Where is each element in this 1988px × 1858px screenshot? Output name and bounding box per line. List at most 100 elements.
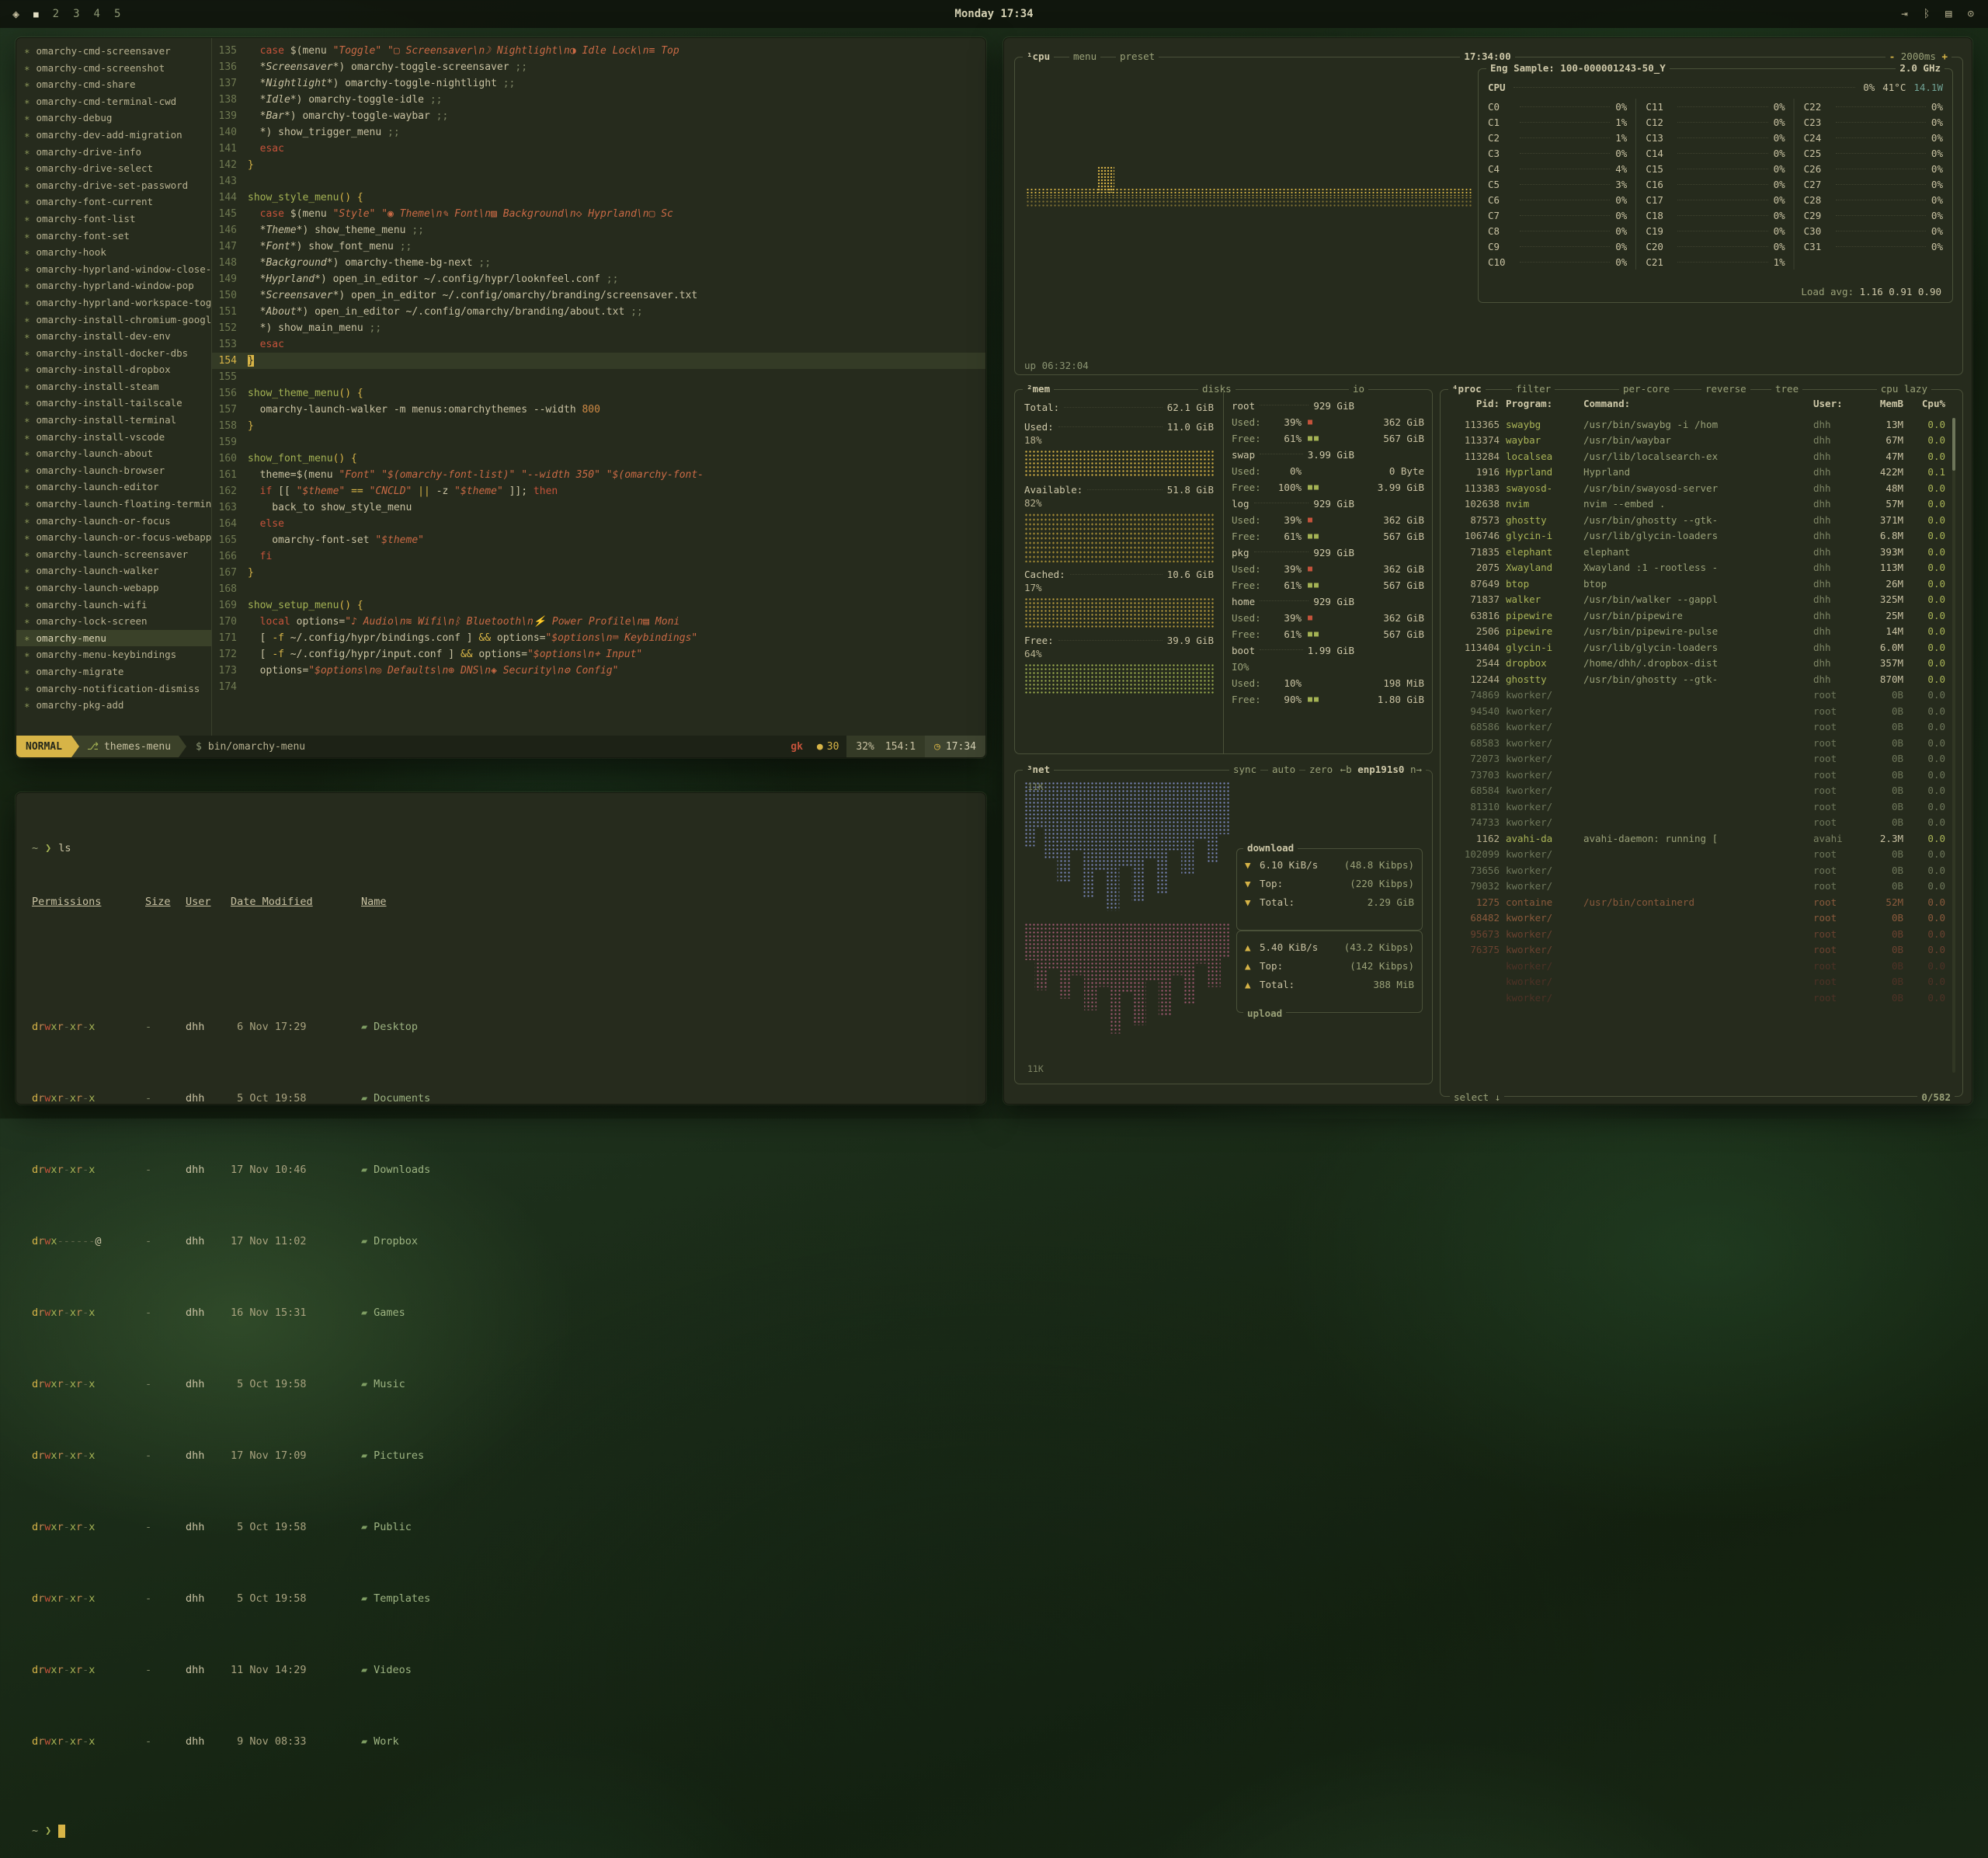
header-cpu[interactable]: Cpu%	[1910, 398, 1945, 409]
process-row[interactable]: 2075 Xwayland Xwayland :1 -rootless - dh…	[1450, 560, 1945, 576]
workspace-indicator[interactable]: 4	[94, 8, 100, 20]
workspace-indicator[interactable]: 2	[53, 8, 59, 20]
process-row[interactable]: kworker/ root 0B 0.0	[1450, 958, 1945, 974]
process-row[interactable]: 12244 ghostty /usr/bin/ghostty --gtk- dh…	[1450, 671, 1945, 687]
next-interface-button[interactable]: n→	[1410, 764, 1422, 775]
file-tree-item[interactable]: ∗ omarchy-launch-screensaver	[16, 546, 211, 563]
process-row[interactable]: 106746 glycin-i /usr/lib/glycin-loaders …	[1450, 528, 1945, 545]
file-tree-item[interactable]: ∗ omarchy-hyprland-workspace-toggle	[16, 294, 211, 311]
io-toggle[interactable]: io	[1349, 383, 1368, 395]
file-tree-item[interactable]: ∗ omarchy-menu-keybindings	[16, 646, 211, 663]
file-tree-item[interactable]: ∗ omarchy-drive-set-password	[16, 177, 211, 194]
file-tree-item[interactable]: ∗ omarchy-drive-select	[16, 160, 211, 177]
workspace-indicator[interactable]: 3	[73, 8, 79, 20]
file-tree-item[interactable]: ∗ omarchy-install-steam	[16, 378, 211, 395]
file-tree-item[interactable]: ∗ omarchy-launch-or-focus	[16, 513, 211, 530]
process-row[interactable]: 72073 kworker/ root 0B 0.0	[1450, 751, 1945, 767]
header-user[interactable]: User:	[1813, 398, 1854, 409]
process-row[interactable]: 68584 kworker/ root 0B 0.0	[1450, 783, 1945, 799]
process-row[interactable]: 68583 kworker/ root 0B 0.0	[1450, 735, 1945, 751]
prev-interface-button[interactable]: ←b	[1340, 764, 1352, 775]
file-tree-item[interactable]: ∗ omarchy-cmd-screenshot	[16, 60, 211, 77]
file-tree-item[interactable]: ∗ omarchy-font-list	[16, 211, 211, 228]
file-tree-item[interactable]: ∗ omarchy-migrate	[16, 663, 211, 680]
file-tree-item[interactable]: ∗ omarchy-launch-about	[16, 445, 211, 462]
header-pid[interactable]: Pid:	[1450, 398, 1500, 409]
menu-button[interactable]: menu	[1069, 50, 1100, 62]
file-tree-item[interactable]: ∗ omarchy-install-tailscale	[16, 395, 211, 412]
process-row[interactable]: 113404 glycin-i /usr/lib/glycin-loaders …	[1450, 639, 1945, 656]
process-row[interactable]: 113383 swayosd- /usr/bin/swayosd-server …	[1450, 480, 1945, 496]
process-row[interactable]: 113284 localsea /usr/lib/localsearch-ex …	[1450, 448, 1945, 464]
file-tree-item[interactable]: ∗ omarchy-launch-or-focus-webapp	[16, 529, 211, 546]
file-tree-item[interactable]: ∗ omarchy-install-terminal	[16, 412, 211, 429]
process-row[interactable]: 73656 kworker/ root 0B 0.0	[1450, 862, 1945, 879]
process-row[interactable]: 87573 ghostty /usr/bin/ghostty --gtk- dh…	[1450, 512, 1945, 528]
file-tree-item[interactable]: ∗ omarchy-launch-floating-terminal-	[16, 496, 211, 513]
header-memory[interactable]: MemB	[1860, 398, 1903, 409]
net-sync-toggle[interactable]: sync	[1229, 764, 1260, 775]
workspace-indicator[interactable]: ■	[33, 9, 39, 19]
bluetooth-icon[interactable]: ᛒ	[1924, 8, 1930, 20]
file-tree-item[interactable]: ∗ omarchy-launch-walker	[16, 562, 211, 579]
cpu-panel-title[interactable]: ¹cpu	[1023, 50, 1054, 62]
file-tree-item[interactable]: ∗ omarchy-hyprland-window-pop	[16, 277, 211, 294]
file-tree-item[interactable]: ∗ omarchy-cmd-share	[16, 76, 211, 93]
proc-sort-selector[interactable]: cpu lazy	[1877, 383, 1931, 395]
file-tree-item[interactable]: ∗ omarchy-launch-webapp	[16, 579, 211, 597]
power-icon[interactable]: ⊙	[1968, 8, 1974, 20]
code-editor[interactable]: 135 case $(menu "Toggle" "▢ Screensaver\…	[212, 38, 985, 736]
net-zero-toggle[interactable]: zero	[1305, 764, 1336, 775]
process-row[interactable]: 1916 Hyprland Hyprland dhh 422M 0.1	[1450, 464, 1945, 481]
header-program[interactable]: Program:	[1506, 398, 1577, 409]
mem-panel-title[interactable]: ²mem	[1023, 383, 1054, 395]
preset-button[interactable]: preset	[1116, 50, 1159, 62]
process-row[interactable]: 74733 kworker/ root 0B 0.0	[1450, 815, 1945, 831]
file-tree-item[interactable]: ∗ omarchy-hyprland-window-close-all	[16, 261, 211, 278]
process-row[interactable]: 81310 kworker/ root 0B 0.0	[1450, 799, 1945, 815]
interval-decrease-button[interactable]: -	[1889, 50, 1896, 62]
process-row[interactable]: 87649 btop btop dhh 26M 0.0	[1450, 576, 1945, 592]
process-row[interactable]: 102099 kworker/ root 0B 0.0	[1450, 847, 1945, 863]
tray-expand-icon[interactable]: ⇥	[1901, 8, 1907, 20]
process-row[interactable]: 68482 kworker/ root 0B 0.0	[1450, 910, 1945, 927]
file-tree-item[interactable]: ∗ omarchy-lock-screen	[16, 613, 211, 630]
file-tree-item[interactable]: ∗ omarchy-launch-wifi	[16, 597, 211, 614]
file-tree-item[interactable]: ∗ omarchy-pkg-add	[16, 697, 211, 714]
workspace-indicator[interactable]: ◈	[12, 7, 19, 21]
file-tree-item[interactable]: ∗ omarchy-cmd-screensaver	[16, 43, 211, 60]
process-row[interactable]: 1162 avahi-da avahi-daemon: running [ av…	[1450, 830, 1945, 847]
process-row[interactable]: kworker/ root 0B 0.0	[1450, 974, 1945, 990]
file-tree-item[interactable]: ∗ omarchy-launch-editor	[16, 478, 211, 496]
process-row[interactable]: 74869 kworker/ root 0B 0.0	[1450, 687, 1945, 704]
workspace-indicator[interactable]: 5	[114, 8, 120, 20]
process-row[interactable]: 76375 kworker/ root 0B 0.0	[1450, 942, 1945, 959]
proc-filter-button[interactable]: filter	[1512, 383, 1555, 395]
process-row[interactable]: 68586 kworker/ root 0B 0.0	[1450, 719, 1945, 736]
proc-scrollbar-thumb[interactable]	[1952, 418, 1955, 471]
proc-select-hint[interactable]: select ↓	[1450, 1091, 1504, 1103]
proc-percore-toggle[interactable]: per-core	[1619, 383, 1673, 395]
file-tree-item[interactable]: ∗ omarchy-hook	[16, 244, 211, 261]
file-tree-item[interactable]: ∗ omarchy-font-current	[16, 193, 211, 211]
file-tree-item[interactable]: ∗ omarchy-font-set	[16, 228, 211, 245]
proc-reverse-toggle[interactable]: reverse	[1701, 383, 1750, 395]
process-row[interactable]: 71835 elephant elephant dhh 393M 0.0	[1450, 544, 1945, 560]
process-row[interactable]: 63816 pipewire /usr/bin/pipewire dhh 25M…	[1450, 607, 1945, 624]
file-tree-item[interactable]: ∗ omarchy-launch-browser	[16, 462, 211, 479]
file-tree-item[interactable]: ∗ omarchy-install-dev-env	[16, 328, 211, 345]
proc-panel-title[interactable]: ⁴proc	[1448, 383, 1486, 395]
file-tree-item[interactable]: ∗ omarchy-menu	[16, 630, 211, 647]
process-row[interactable]: 95673 kworker/ root 0B 0.0	[1450, 926, 1945, 942]
process-row[interactable]: 94540 kworker/ root 0B 0.0	[1450, 703, 1945, 719]
file-tree-item[interactable]: ∗ omarchy-dev-add-migration	[16, 127, 211, 144]
file-tree-item[interactable]: ∗ omarchy-cmd-terminal-cwd	[16, 93, 211, 110]
interval-increase-button[interactable]: +	[1941, 50, 1948, 62]
keyboard-layout-icon[interactable]: ▤	[1945, 8, 1952, 20]
net-panel-title[interactable]: ³net	[1023, 764, 1054, 775]
process-row[interactable]: 71837 walker /usr/bin/walker --gappl dhh…	[1450, 592, 1945, 608]
disks-toggle[interactable]: disks	[1198, 383, 1236, 395]
file-tree-item[interactable]: ∗ omarchy-notification-dismiss	[16, 680, 211, 698]
terminal-window[interactable]: ~ ❯ ls Permissions Size User Date Modifi…	[16, 792, 986, 1105]
process-row[interactable]: kworker/ root 0B 0.0	[1450, 990, 1945, 1006]
